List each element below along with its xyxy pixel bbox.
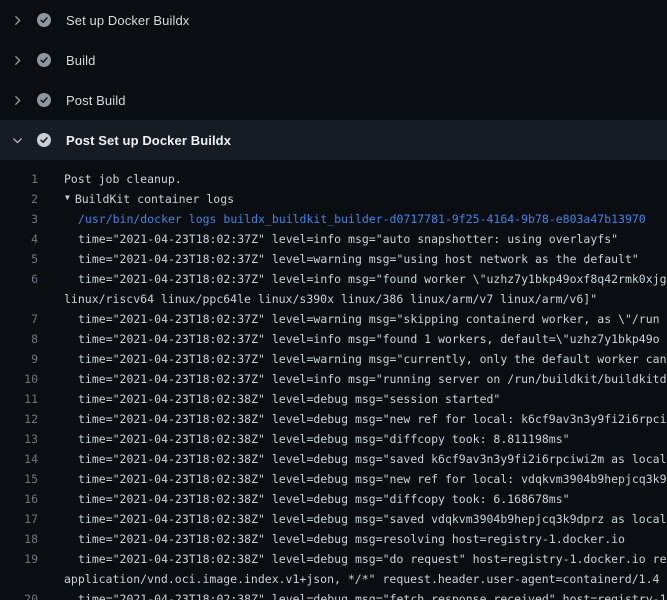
- chevron-down-icon: [12, 135, 29, 146]
- log-line-number[interactable]: 9: [0, 349, 38, 369]
- log-area: 1Post job cleanup.2▼BuildKit container l…: [0, 160, 667, 600]
- log-text: time="2021-04-23T18:02:37Z" level=warnin…: [38, 309, 660, 329]
- log-text: Post job cleanup.: [38, 169, 182, 189]
- log-line: 4time="2021-04-23T18:02:37Z" level=info …: [0, 229, 667, 249]
- log-line-number[interactable]: 17: [0, 509, 38, 529]
- log-line-number[interactable]: 14: [0, 449, 38, 469]
- log-line: linux/riscv64 linux/ppc64le linux/s390x …: [0, 289, 667, 309]
- log-line: 5time="2021-04-23T18:02:37Z" level=warni…: [0, 249, 667, 269]
- log-line-number[interactable]: 6: [0, 269, 38, 289]
- log-line: 11time="2021-04-23T18:02:38Z" level=debu…: [0, 389, 667, 409]
- log-line: 13time="2021-04-23T18:02:38Z" level=debu…: [0, 429, 667, 449]
- step-label: Post Build: [66, 93, 126, 108]
- step-label: Build: [66, 53, 95, 68]
- log-line: application/vnd.oci.image.index.v1+json,…: [0, 569, 667, 589]
- log-line-number[interactable]: 15: [0, 469, 38, 489]
- log-line: 9time="2021-04-23T18:02:37Z" level=warni…: [0, 349, 667, 369]
- log-line: 17time="2021-04-23T18:02:38Z" level=debu…: [0, 509, 667, 529]
- log-line: 18time="2021-04-23T18:02:38Z" level=debu…: [0, 529, 667, 549]
- log-line: 1Post job cleanup.: [0, 169, 667, 189]
- log-line-number[interactable]: 4: [0, 229, 38, 249]
- log-line-number[interactable]: 20: [0, 589, 38, 600]
- step-label: Set up Docker Buildx: [66, 13, 189, 28]
- log-text: linux/riscv64 linux/ppc64le linux/s390x …: [38, 289, 597, 309]
- log-text: time="2021-04-23T18:02:37Z" level=warnin…: [38, 349, 667, 369]
- log-line: 20time="2021-04-23T18:02:38Z" level=debu…: [0, 589, 667, 600]
- step-header-post-build[interactable]: Post Build: [0, 80, 667, 120]
- log-line: 14time="2021-04-23T18:02:38Z" level=debu…: [0, 449, 667, 469]
- check-circle-icon: [37, 13, 51, 27]
- log-line: 12time="2021-04-23T18:02:38Z" level=debu…: [0, 409, 667, 429]
- chevron-right-icon: [12, 55, 29, 66]
- log-command-text: /usr/bin/docker logs buildx_buildkit_bui…: [38, 209, 646, 229]
- log-line-number[interactable]: 16: [0, 489, 38, 509]
- step-header-build[interactable]: Build: [0, 40, 667, 80]
- log-line-number[interactable]: 12: [0, 409, 38, 429]
- log-line: 3/usr/bin/docker logs buildx_buildkit_bu…: [0, 209, 667, 229]
- log-line-number[interactable]: 3: [0, 209, 38, 229]
- log-line-number[interactable]: 7: [0, 309, 38, 329]
- log-text: time="2021-04-23T18:02:38Z" level=debug …: [38, 429, 570, 449]
- log-line: 2▼BuildKit container logs: [0, 189, 667, 209]
- log-line-number[interactable]: 5: [0, 249, 38, 269]
- log-line-number[interactable]: 1: [0, 169, 38, 189]
- log-text: time="2021-04-23T18:02:37Z" level=info m…: [38, 269, 667, 289]
- check-circle-icon: [37, 93, 51, 107]
- step-label: Post Set up Docker Buildx: [66, 133, 231, 148]
- log-text: time="2021-04-23T18:02:38Z" level=debug …: [38, 529, 625, 549]
- log-line: 6time="2021-04-23T18:02:37Z" level=info …: [0, 269, 667, 289]
- log-line: 16time="2021-04-23T18:02:38Z" level=debu…: [0, 489, 667, 509]
- log-line-number[interactable]: 2: [0, 189, 38, 209]
- log-group-toggle-icon[interactable]: ▼: [38, 189, 70, 208]
- log-line: 15time="2021-04-23T18:02:38Z" level=debu…: [0, 469, 667, 489]
- step-header-post-set-up-docker-buildx[interactable]: Post Set up Docker Buildx: [0, 120, 667, 160]
- log-text: time="2021-04-23T18:02:38Z" level=debug …: [38, 489, 570, 509]
- log-line-number[interactable]: 8: [0, 329, 38, 349]
- log-line-number[interactable]: 13: [0, 429, 38, 449]
- log-text: time="2021-04-23T18:02:37Z" level=info m…: [38, 369, 667, 389]
- check-circle-icon: [37, 53, 51, 67]
- log-text: time="2021-04-23T18:02:37Z" level=warnin…: [38, 249, 639, 269]
- step-header-set-up-docker-buildx[interactable]: Set up Docker Buildx: [0, 0, 667, 40]
- log-line: 19time="2021-04-23T18:02:38Z" level=debu…: [0, 549, 667, 569]
- log-text: time="2021-04-23T18:02:38Z" level=debug …: [38, 509, 667, 529]
- log-line-number[interactable]: 18: [0, 529, 38, 549]
- log-text: time="2021-04-23T18:02:37Z" level=info m…: [38, 329, 660, 349]
- chevron-right-icon: [12, 15, 29, 26]
- actions-log-viewer: Set up Docker Buildx Build Post Build Post …: [0, 0, 667, 600]
- log-line-number: [0, 569, 38, 589]
- log-line: 10time="2021-04-23T18:02:37Z" level=info…: [0, 369, 667, 389]
- log-line-number[interactable]: 10: [0, 369, 38, 389]
- log-line-number: [0, 289, 38, 309]
- log-text: time="2021-04-23T18:02:38Z" level=debug …: [38, 409, 667, 429]
- log-text: application/vnd.oci.image.index.v1+json,…: [38, 569, 659, 589]
- steps-list: Set up Docker Buildx Build Post Build Post …: [0, 0, 667, 160]
- log-text: time="2021-04-23T18:02:38Z" level=debug …: [38, 469, 667, 489]
- log-text: time="2021-04-23T18:02:37Z" level=info m…: [38, 229, 618, 249]
- log-text: time="2021-04-23T18:02:38Z" level=debug …: [38, 389, 500, 409]
- chevron-right-icon: [12, 95, 29, 106]
- check-circle-icon: [37, 133, 51, 147]
- log-text: time="2021-04-23T18:02:38Z" level=debug …: [38, 589, 667, 600]
- log-line-number[interactable]: 19: [0, 549, 38, 569]
- log-text: BuildKit container logs: [70, 189, 234, 209]
- log-text: time="2021-04-23T18:02:38Z" level=debug …: [38, 549, 667, 569]
- log-line-number[interactable]: 11: [0, 389, 38, 409]
- log-line: 8time="2021-04-23T18:02:37Z" level=info …: [0, 329, 667, 349]
- log-text: time="2021-04-23T18:02:38Z" level=debug …: [38, 449, 667, 469]
- log-line: 7time="2021-04-23T18:02:37Z" level=warni…: [0, 309, 667, 329]
